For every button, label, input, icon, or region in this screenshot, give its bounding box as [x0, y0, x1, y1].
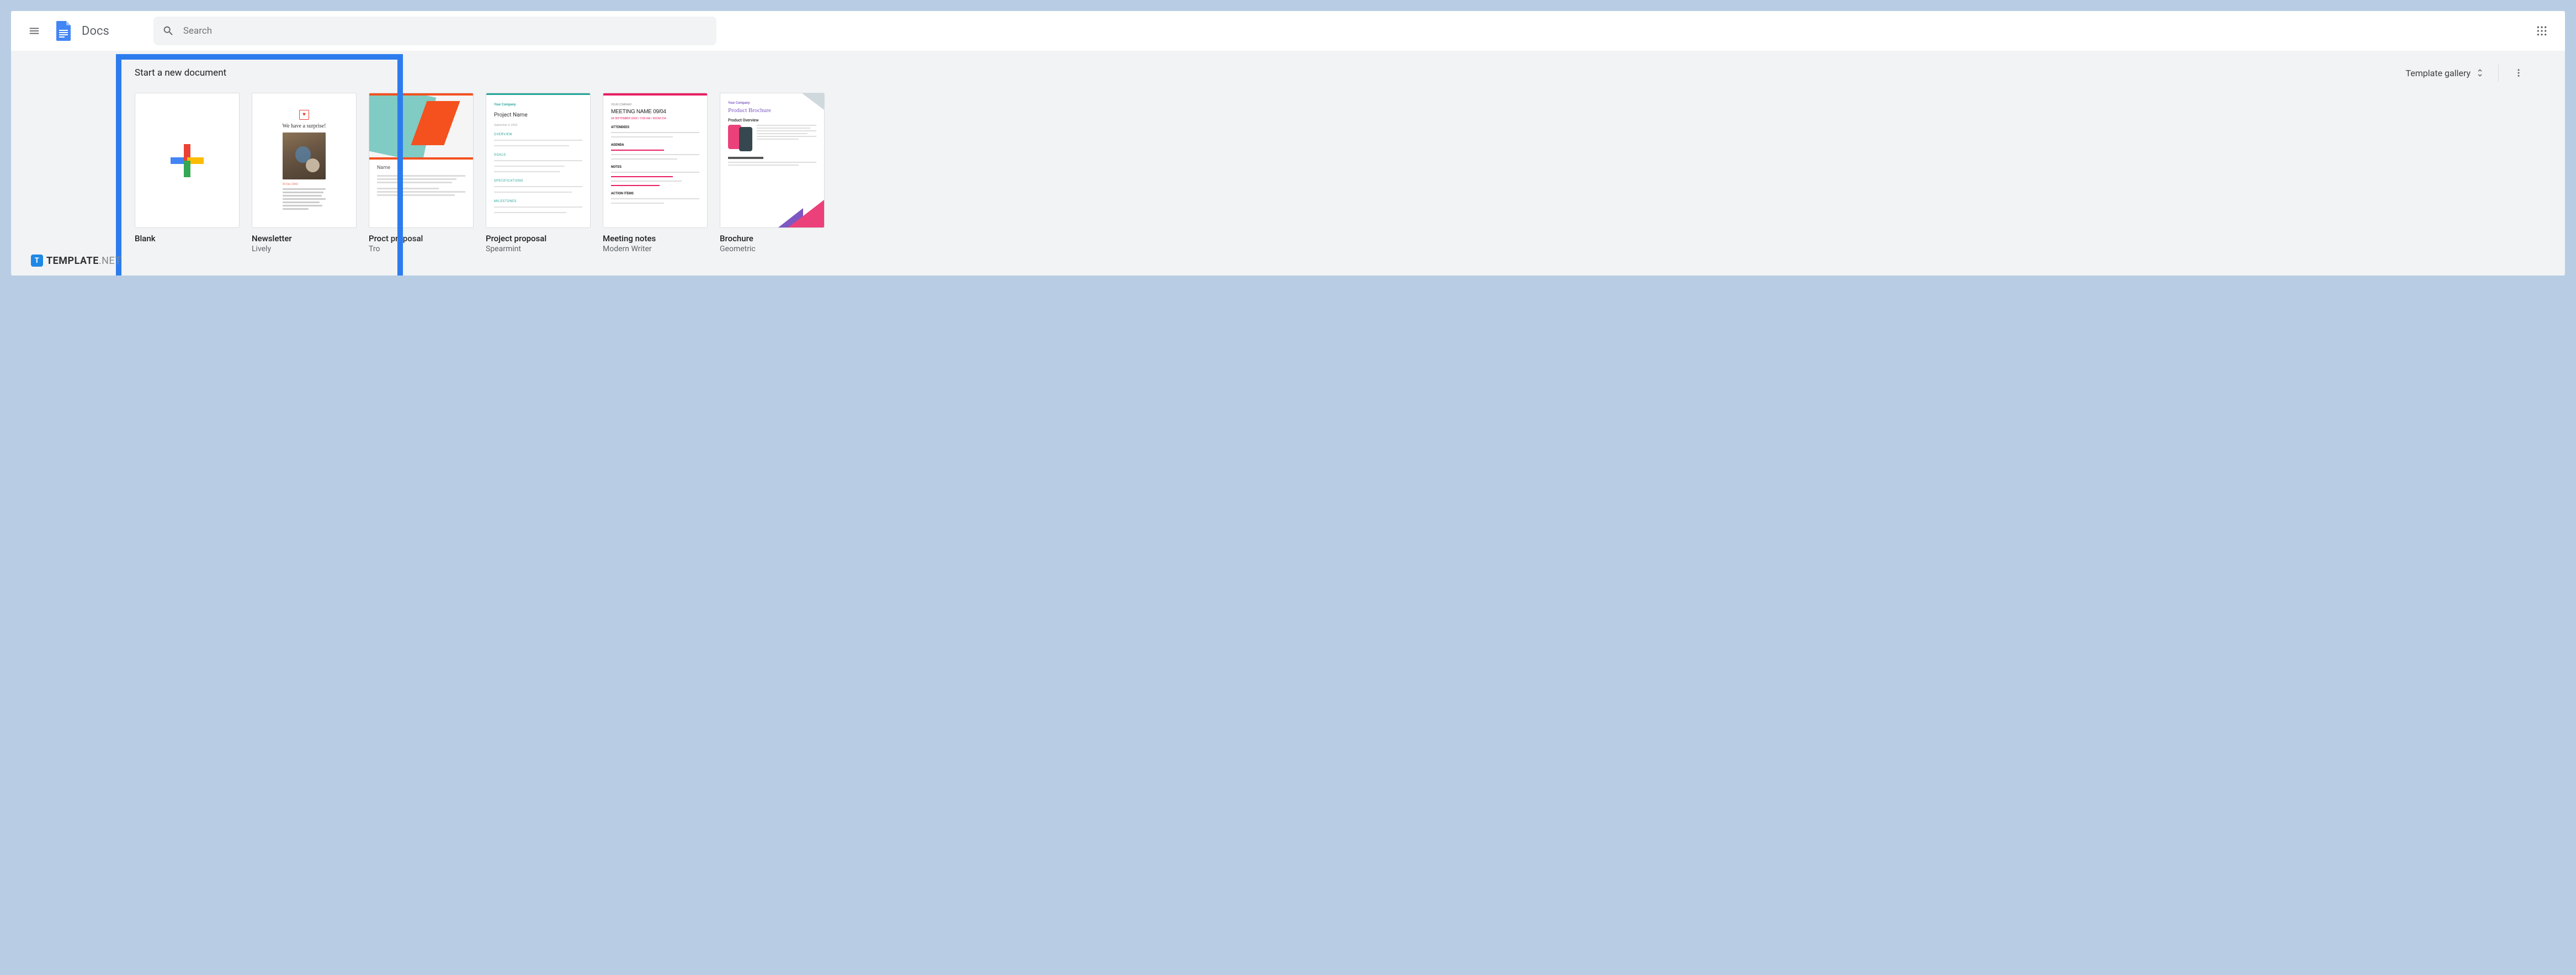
section-title: Start a new document	[135, 64, 226, 82]
template-thumb-newsletter: We have a surprise! 30 Dec 20XX	[252, 93, 357, 228]
search-icon	[162, 25, 174, 37]
template-subtitle: Spearmint	[486, 245, 591, 253]
template-card-meeting-notes[interactable]: YOUR COMPANY MEETING NAME 09/04 04 SEPTE…	[603, 93, 708, 253]
template-thumb-proposal-tropic: Name	[369, 93, 474, 228]
thumbnail-title: Name	[377, 165, 465, 171]
heart-icon	[299, 110, 309, 120]
template-card-brochure[interactable]: Your Company Product Brochure Product Ov…	[720, 93, 825, 253]
docs-logo-icon	[53, 20, 75, 42]
template-name: Blank	[135, 234, 240, 243]
template-name: Project proposal	[486, 234, 591, 243]
template-row: Blank We have a surprise! 30 Dec 20XX	[121, 93, 2543, 253]
search-bar[interactable]	[153, 17, 716, 45]
app-title: Docs	[82, 24, 109, 38]
template-name: Newsletter	[252, 234, 357, 243]
template-subtitle: Lively	[252, 245, 357, 253]
divider	[2498, 64, 2499, 82]
watermark: T TEMPLATE.NET	[31, 255, 121, 267]
thumbnail-photo	[283, 133, 326, 179]
template-card-blank[interactable]: Blank	[135, 93, 240, 253]
template-subtitle: Geometric	[720, 245, 825, 253]
template-actions: Template gallery	[2401, 62, 2530, 84]
more-options-button[interactable]	[2508, 62, 2530, 84]
template-section: Start a new document Template gallery	[11, 51, 2565, 275]
template-name: Brochure	[720, 234, 825, 243]
template-thumb-meeting-notes: YOUR COMPANY MEETING NAME 09/04 04 SEPTE…	[603, 93, 708, 228]
phone-icon	[728, 125, 752, 151]
search-input[interactable]	[183, 25, 708, 36]
unfold-icon	[2475, 68, 2485, 78]
template-gallery-label: Template gallery	[2405, 68, 2471, 78]
template-subtitle: Tro	[369, 245, 474, 253]
main-menu-button[interactable]	[22, 19, 46, 43]
template-card-proposal-tropic[interactable]: Name Proct proposal Tro	[369, 93, 474, 253]
template-name: Proct proposal	[369, 234, 474, 243]
app-window: Docs Start a new document Template galle…	[11, 11, 2565, 275]
watermark-text: TEMPLATE.NET	[46, 255, 121, 267]
template-thumb-brochure: Your Company Product Brochure Product Ov…	[720, 93, 825, 228]
watermark-badge-icon: T	[31, 255, 43, 267]
template-gallery-button[interactable]: Template gallery	[2401, 63, 2489, 83]
thumbnail-headline: We have a surprise!	[283, 123, 326, 129]
hamburger-icon	[28, 25, 40, 37]
template-card-proposal-spearmint[interactable]: Your Company Project Name September 4, 2…	[486, 93, 591, 253]
template-thumb-proposal-spearmint: Your Company Project Name September 4, 2…	[486, 93, 591, 228]
apps-grid-icon	[2536, 25, 2547, 36]
google-apps-button[interactable]	[2530, 19, 2554, 43]
more-vert-icon	[2514, 68, 2524, 78]
template-name: Meeting notes	[603, 234, 708, 243]
header-bar: Docs	[11, 11, 2565, 51]
template-subtitle: Modern Writer	[603, 245, 708, 253]
template-thumb-blank	[135, 93, 240, 228]
plus-icon	[171, 144, 204, 177]
template-header: Start a new document Template gallery	[121, 62, 2543, 84]
template-card-newsletter[interactable]: We have a surprise! 30 Dec 20XX Newslett…	[252, 93, 357, 253]
